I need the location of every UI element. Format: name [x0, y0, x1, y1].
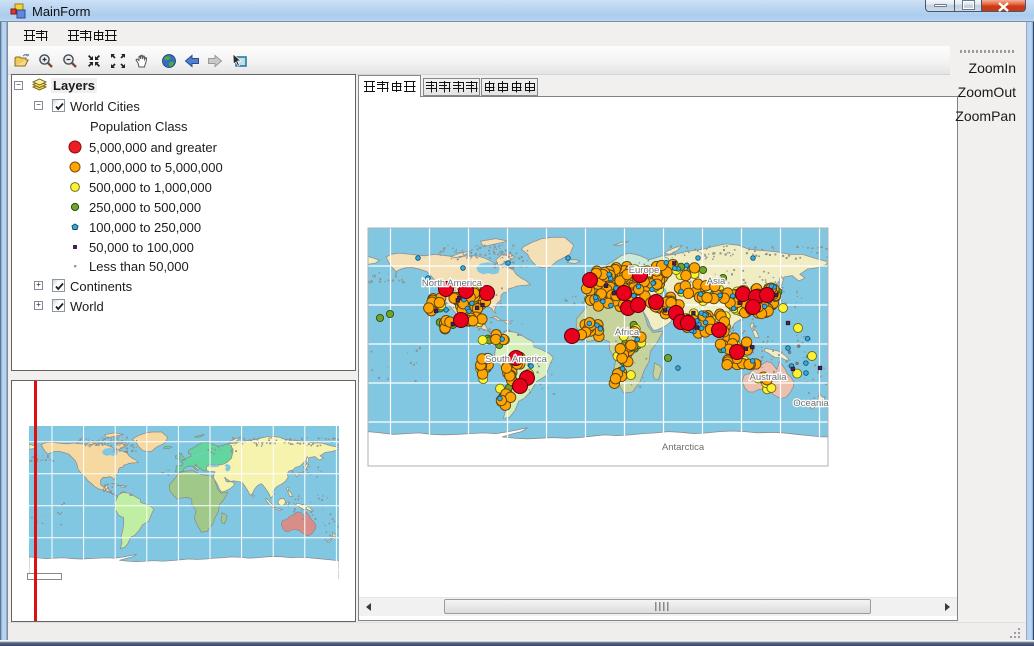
svg-text:Oceania: Oceania	[793, 398, 829, 409]
svg-text:Australia: Australia	[750, 372, 788, 383]
svg-text:North America: North America	[422, 278, 483, 289]
svg-text:South America: South America	[485, 354, 547, 365]
svg-text:Antarctica: Antarctica	[662, 442, 705, 453]
svg-text:Africa: Africa	[615, 327, 640, 338]
svg-text:Asia: Asia	[707, 276, 726, 287]
svg-text:Europe: Europe	[629, 265, 660, 276]
